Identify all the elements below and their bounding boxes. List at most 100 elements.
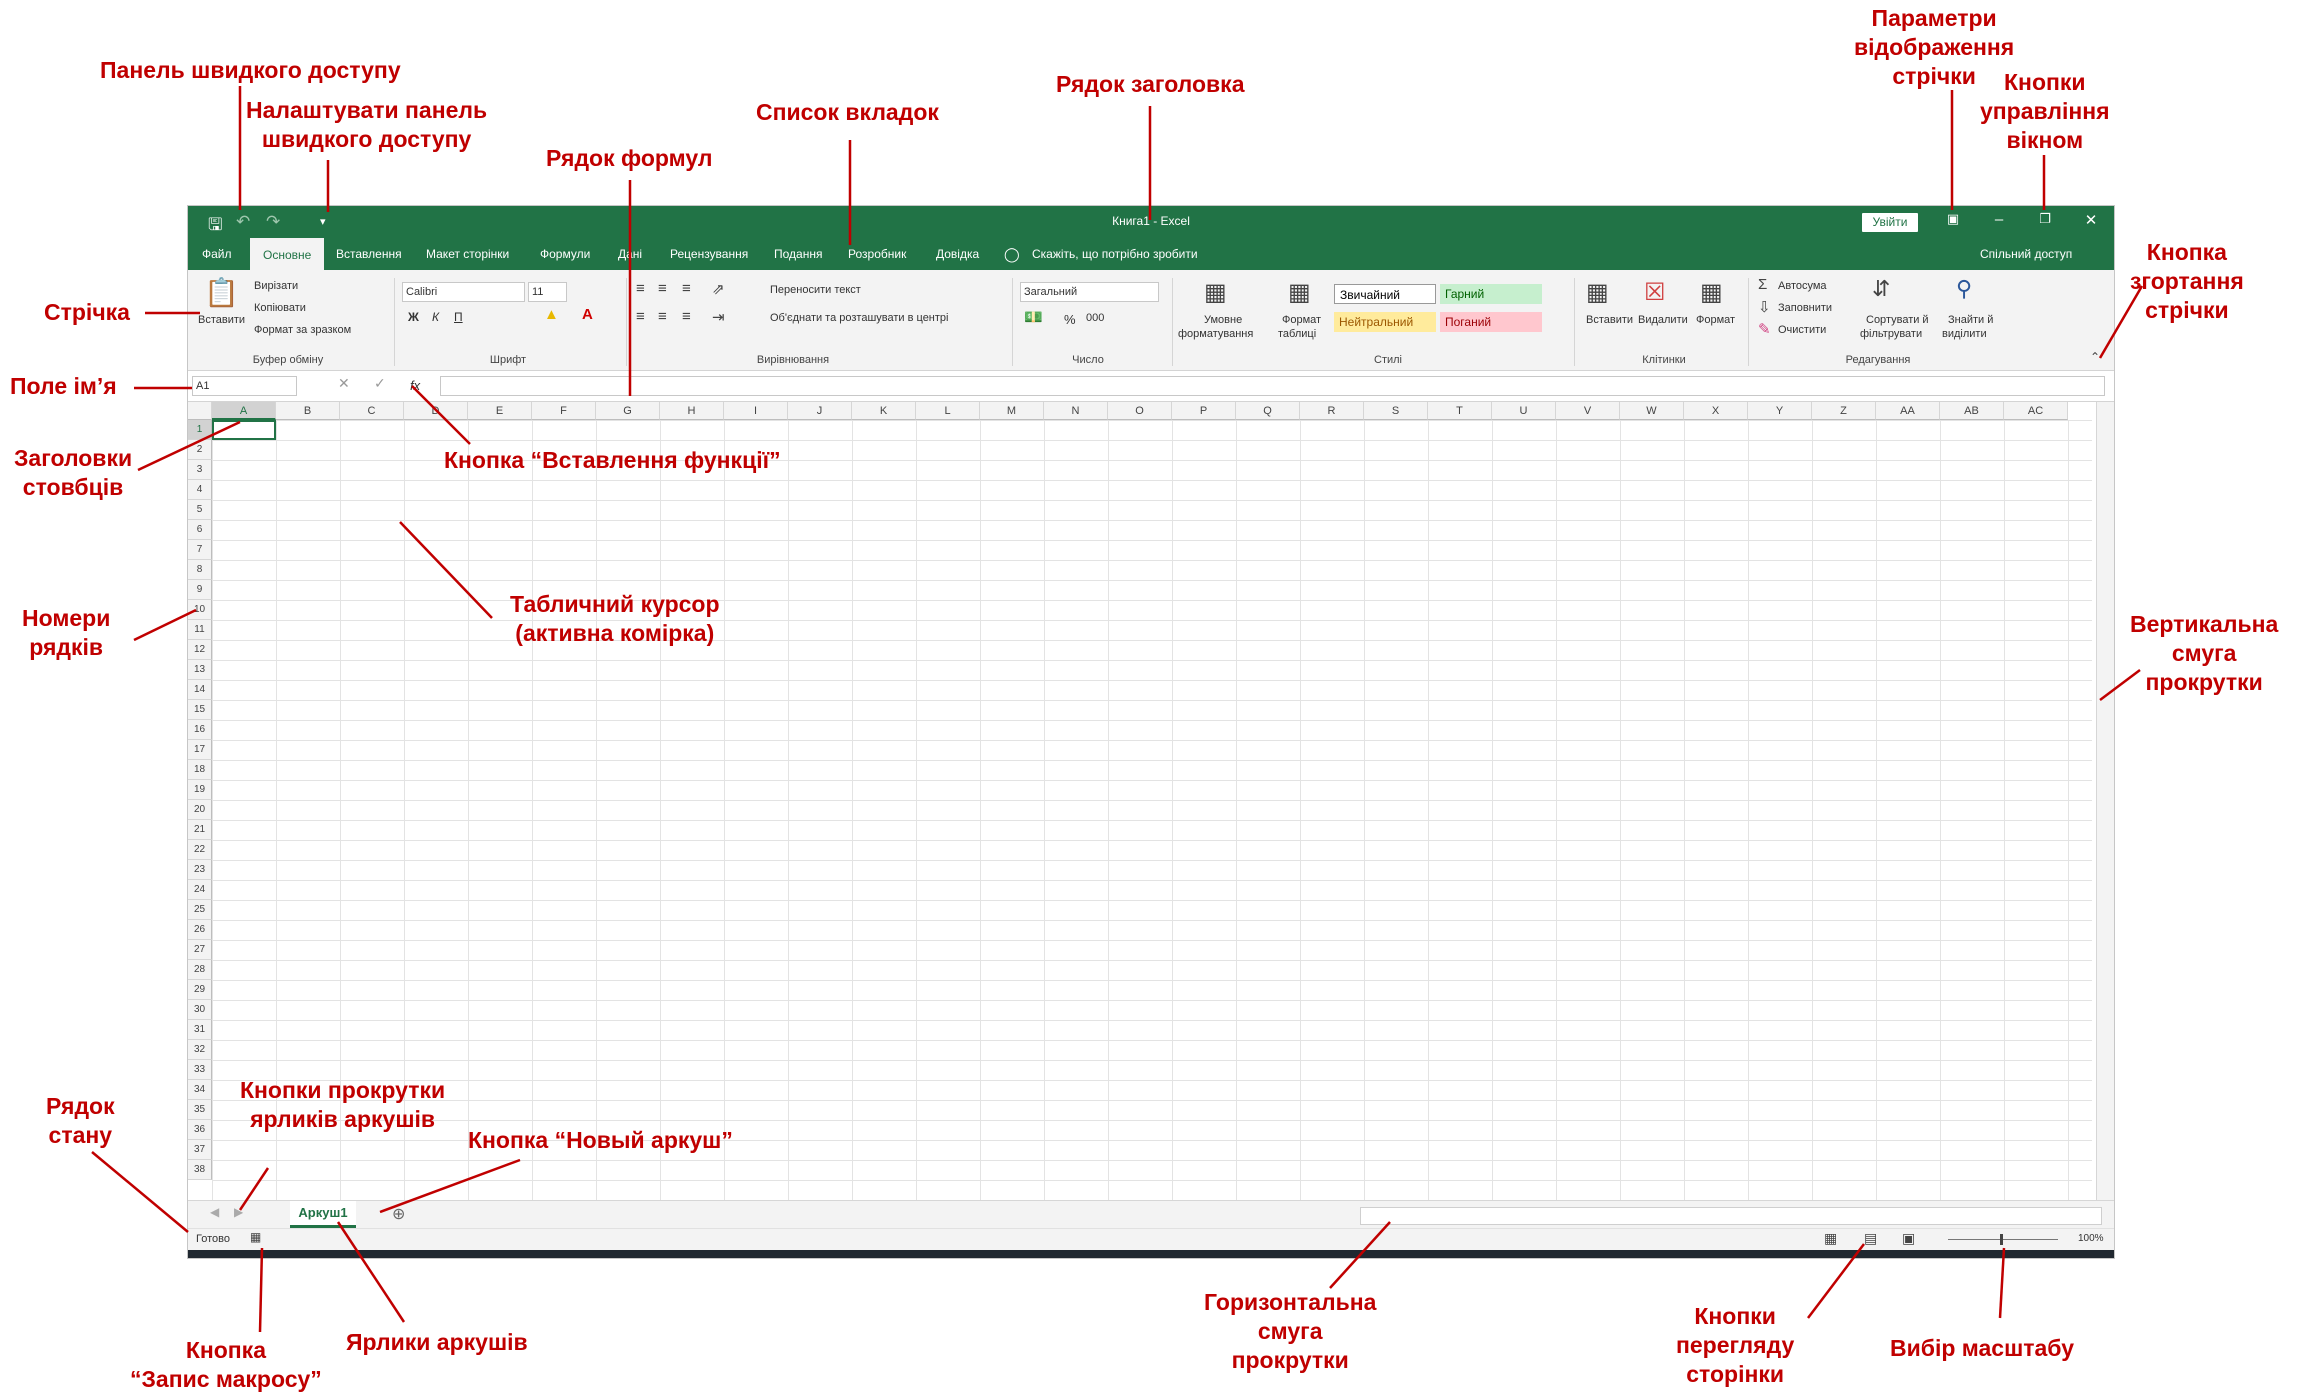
bold-button[interactable]: Ж (408, 310, 419, 324)
row-header[interactable]: 11 (188, 620, 212, 640)
align-top-icon[interactable]: ≡ (636, 280, 645, 297)
column-header[interactable]: E (468, 402, 532, 420)
row-header[interactable]: 16 (188, 720, 212, 740)
column-header[interactable]: C (340, 402, 404, 420)
new-sheet-icon[interactable]: ⊕ (392, 1204, 405, 1224)
align-center-icon[interactable]: ≡ (658, 308, 667, 325)
sheet-scroll-left-icon[interactable]: ◀ (210, 1205, 219, 1219)
sheet-scroll-right-icon[interactable]: ▶ (234, 1205, 243, 1219)
cell-area[interactable] (212, 420, 2092, 1200)
find-select-label-1[interactable]: Знайти й (1948, 314, 1993, 326)
format-as-table-label-2[interactable]: таблиці (1278, 328, 1316, 340)
merge-center-button[interactable]: Об'єднати та розташувати в центрі (770, 312, 948, 324)
style-normal[interactable]: Звичайний (1334, 284, 1436, 304)
sort-filter-label-1[interactable]: Сортувати й (1866, 314, 1929, 326)
column-header[interactable]: B (276, 402, 340, 420)
formula-input[interactable] (440, 376, 2105, 396)
zoom-slider[interactable] (1948, 1239, 2058, 1240)
tab-help[interactable]: Довідка (936, 238, 979, 270)
row-header[interactable]: 33 (188, 1060, 212, 1080)
row-header[interactable]: 30 (188, 1000, 212, 1020)
row-header[interactable]: 10 (188, 600, 212, 620)
sign-in-button[interactable]: Увійти (1862, 213, 1918, 232)
row-header[interactable]: 28 (188, 960, 212, 980)
sort-filter-icon[interactable]: ⇵ (1872, 276, 1890, 302)
tab-review[interactable]: Рецензування (670, 238, 748, 270)
row-header[interactable]: 25 (188, 900, 212, 920)
horizontal-scrollbar[interactable] (1360, 1207, 2102, 1225)
column-header[interactable]: I (724, 402, 788, 420)
column-header[interactable]: K (852, 402, 916, 420)
autosum-button[interactable]: Автосума (1778, 280, 1827, 292)
paste-button[interactable]: Вставити (198, 314, 245, 326)
tell-me-search[interactable]: Скажіть, що потрібно зробити (1032, 238, 1198, 270)
column-header[interactable]: H (660, 402, 724, 420)
sheet-tab-active[interactable]: Аркуш1 (290, 1201, 356, 1228)
select-all-corner[interactable] (188, 402, 212, 420)
share-button[interactable]: Спільний доступ (1980, 238, 2072, 270)
align-middle-icon[interactable]: ≡ (658, 280, 667, 297)
row-header[interactable]: 37 (188, 1140, 212, 1160)
row-header[interactable]: 23 (188, 860, 212, 880)
row-header[interactable]: 5 (188, 500, 212, 520)
close-icon[interactable]: ✕ (2076, 211, 2106, 229)
column-header[interactable]: D (404, 402, 468, 420)
row-header[interactable]: 18 (188, 760, 212, 780)
column-header[interactable]: AB (1940, 402, 2004, 420)
style-good[interactable]: Гарний (1440, 284, 1542, 304)
row-header[interactable]: 22 (188, 840, 212, 860)
copy-button[interactable]: Копіювати (254, 302, 306, 314)
row-header[interactable]: 20 (188, 800, 212, 820)
sort-filter-label-2[interactable]: фільтрувати (1860, 328, 1922, 340)
active-cell-cursor[interactable] (212, 420, 276, 440)
delete-cells-icon[interactable]: ☒ (1644, 278, 1666, 307)
column-header[interactable]: AA (1876, 402, 1940, 420)
ribbon-display-options-icon[interactable]: ▣ (1938, 211, 1968, 227)
find-select-icon[interactable]: ⚲ (1956, 276, 1972, 302)
column-header[interactable]: S (1364, 402, 1428, 420)
insert-function-button[interactable]: fx (410, 378, 420, 393)
column-header[interactable]: O (1108, 402, 1172, 420)
row-header[interactable]: 3 (188, 460, 212, 480)
underline-button[interactable]: П (454, 310, 463, 324)
row-header[interactable]: 4 (188, 480, 212, 500)
zoom-level[interactable]: 100% (2078, 1233, 2104, 1244)
row-header[interactable]: 1 (188, 420, 212, 440)
vertical-scrollbar[interactable] (2096, 402, 2114, 1200)
insert-cells-icon[interactable]: ▦ (1586, 278, 1609, 307)
fill-icon[interactable]: ⇩ (1758, 298, 1771, 316)
tab-formulas[interactable]: Формули (540, 238, 590, 270)
column-header[interactable]: Z (1812, 402, 1876, 420)
column-header[interactable]: L (916, 402, 980, 420)
number-format-box[interactable]: Загальний (1020, 282, 1159, 302)
row-header[interactable]: 26 (188, 920, 212, 940)
clear-button[interactable]: Очистити (1778, 324, 1826, 336)
column-header[interactable]: W (1620, 402, 1684, 420)
cancel-entry-icon[interactable]: ✕ (338, 375, 350, 392)
row-header[interactable]: 17 (188, 740, 212, 760)
row-header[interactable]: 8 (188, 560, 212, 580)
column-header[interactable]: N (1044, 402, 1108, 420)
column-header[interactable]: F (532, 402, 596, 420)
percent-button[interactable]: % (1064, 312, 1076, 327)
fill-color-icon[interactable]: ▲ (544, 306, 559, 323)
enter-entry-icon[interactable]: ✓ (374, 375, 386, 392)
conditional-formatting-label-1[interactable]: Умовне (1204, 314, 1242, 326)
tab-view[interactable]: Подання (774, 238, 822, 270)
format-painter-button[interactable]: Формат за зразком (254, 324, 351, 336)
align-left-icon[interactable]: ≡ (636, 308, 645, 325)
column-header[interactable]: T (1428, 402, 1492, 420)
row-header[interactable]: 2 (188, 440, 212, 460)
row-header[interactable]: 9 (188, 580, 212, 600)
row-header[interactable]: 35 (188, 1100, 212, 1120)
row-header[interactable]: 15 (188, 700, 212, 720)
cut-button[interactable]: Вирізати (254, 280, 298, 292)
format-cells-icon[interactable]: ▦ (1700, 278, 1723, 307)
row-header[interactable]: 38 (188, 1160, 212, 1180)
row-header[interactable]: 32 (188, 1040, 212, 1060)
zoom-slider-thumb[interactable] (2000, 1234, 2003, 1245)
row-header[interactable]: 12 (188, 640, 212, 660)
column-header[interactable]: Q (1236, 402, 1300, 420)
style-bad[interactable]: Поганий (1440, 312, 1542, 332)
column-header[interactable]: P (1172, 402, 1236, 420)
